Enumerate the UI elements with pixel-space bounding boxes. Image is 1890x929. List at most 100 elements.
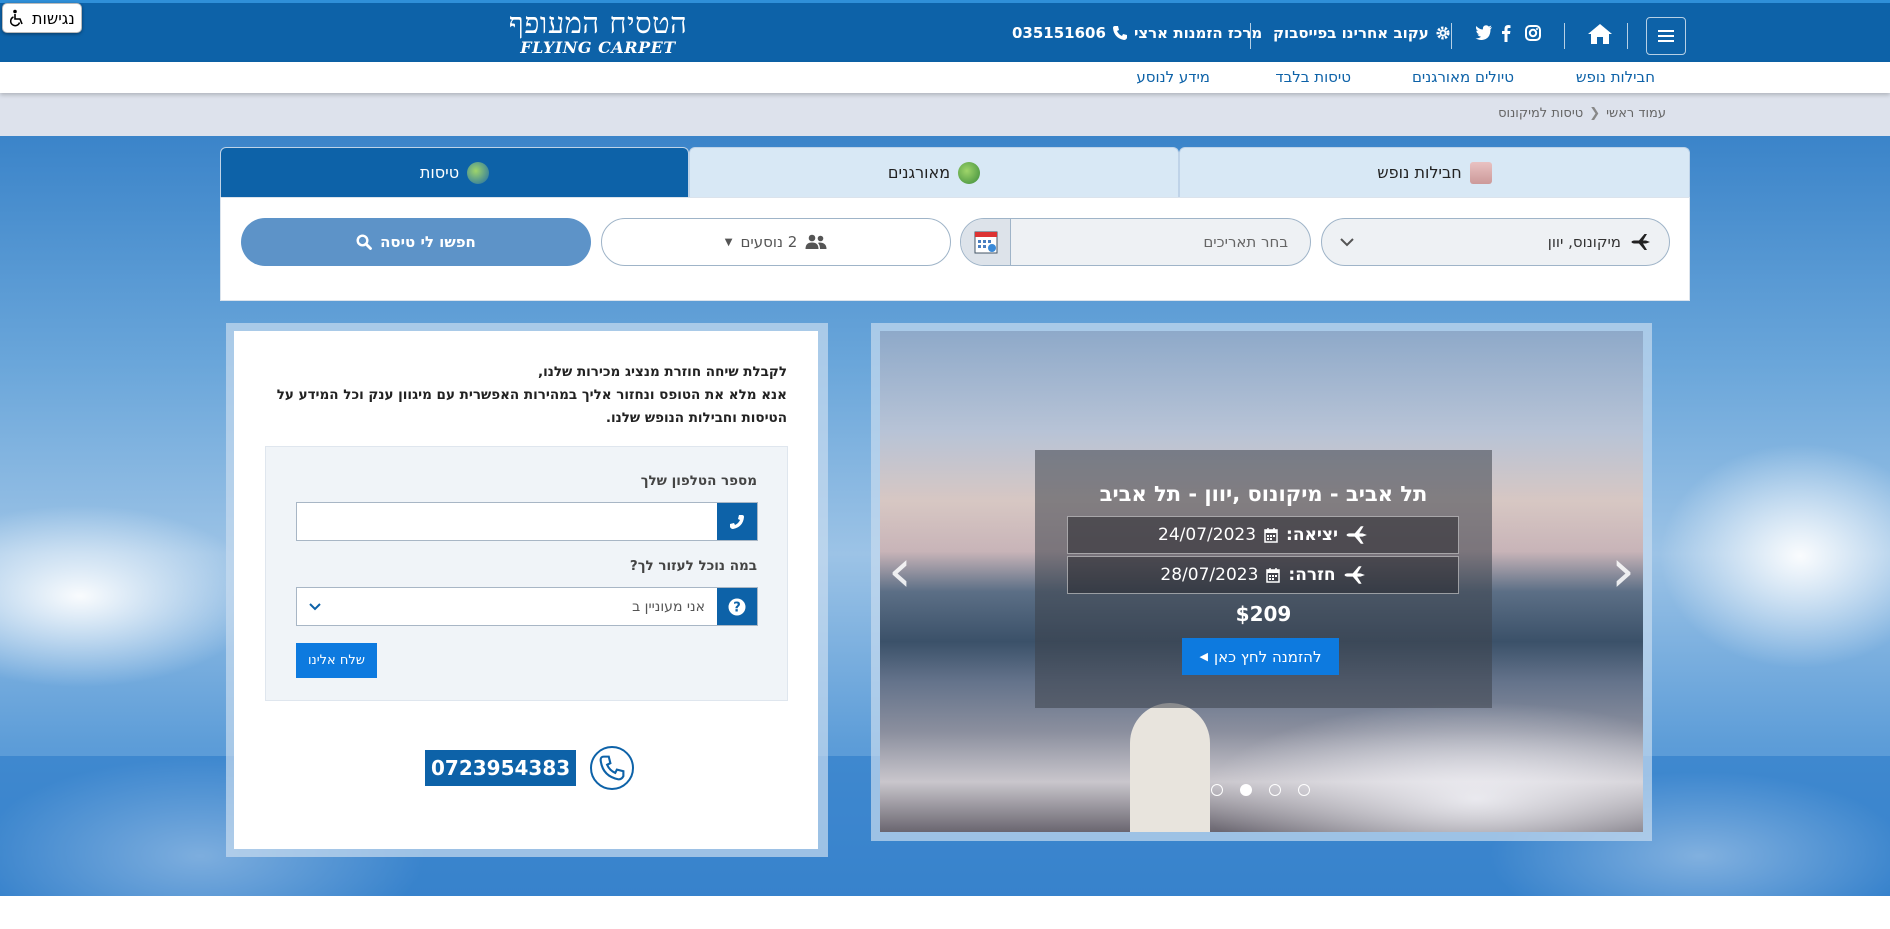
question-icon: ? [717,588,757,625]
departure-label: יציאה: [1286,525,1338,545]
top-header: הטסיח המעופף FLYING CARPET מרכז הזמנות א… [0,0,1890,62]
tab-label: חבילות נופש [1377,163,1462,182]
logo-hebrew: הטסיח המעופף [508,6,688,40]
return-label: חזרה: [1288,565,1336,585]
search-button-label: חפשו לי טיסה [380,233,476,251]
facebook-icon[interactable] [1501,24,1511,42]
instagram-icon[interactable] [1525,25,1541,41]
carousel-dot[interactable] [1269,784,1281,796]
destination-select[interactable]: מיקונוס, יוון [1321,218,1670,266]
breadcrumb: עמוד ראשי ❮ טיסות למיקונוס [1498,106,1666,121]
carousel-prev-arrow[interactable]: ‹ [888,541,912,601]
carousel-next-arrow[interactable]: › [1611,541,1635,601]
page-footer-space [0,896,1890,929]
hamburger-icon [1658,30,1674,42]
svg-text:?: ? [733,600,741,615]
tab-label: מאורגנים [887,163,951,182]
deal-route-title: תל אביב - מיקונוס ,יוון - תל אביב [1099,482,1428,506]
site-logo[interactable]: הטסיח המעופף FLYING CARPET [508,7,688,61]
airplane-icon [1344,565,1366,585]
facebook-follow-link[interactable]: עקוב אחרינו בפייסבוק [1273,13,1451,53]
logo-english: FLYING CARPET [520,38,676,57]
phone-field-label: מספר הטלפון שלך [640,473,757,489]
carousel-dot[interactable] [1211,784,1223,796]
carousel-dot[interactable] [1298,784,1310,796]
caret-left-icon: ◀ [1199,650,1208,663]
search-panel: מיקונוס, יוון בחר תאריכים 2 נוסעים ▼ חפש… [220,197,1690,301]
search-flights-button[interactable]: חפשו לי טיסה [241,218,591,266]
deal-overlay: תל אביב - מיקונוס ,יוון - תל אביב יציאה:… [1035,450,1492,708]
divider [1627,23,1628,49]
help-select-value: אני מעוניין ב [632,598,705,615]
deal-price: $209 [1235,602,1292,626]
dates-placeholder: בחר תאריכים [1203,233,1288,251]
deal-carousel: ‹ › תל אביב - מיקונוס ,יוון - תל אביב יצ… [880,331,1643,832]
departure-date: 24/07/2023 [1158,525,1257,545]
sub-navigation: חבילות נופש טיולים מאורגנים טיסות בלבד מ… [0,62,1890,93]
gear-icon [1435,25,1451,41]
dates-field[interactable]: בחר תאריכים [960,218,1311,266]
phone-circle-icon [590,746,635,790]
caret-down-icon: ▼ [724,236,733,248]
subnav-item-flights-only[interactable]: טיסות בלבד [1275,68,1351,86]
phone-icon [1112,25,1128,41]
home-icon[interactable] [1587,23,1613,45]
passengers-value: 2 נוסעים [740,233,798,251]
return-date: 28/07/2023 [1160,565,1259,585]
facebook-follow-label: עקוב אחרינו בפייסבוק [1273,24,1429,42]
windmill-image [1130,703,1210,832]
destination-value: מיקונוס, יוון [1547,233,1621,251]
lead-form-intro: לקבלת שיחה חוזרת מנציג מכירות שלנו, אנא … [267,361,787,430]
divider [1451,23,1452,49]
tab-vacation-packages[interactable]: חבילות נופש [1179,147,1690,197]
book-now-label: להזמנה לחץ כאן [1213,647,1322,666]
chevron-left-icon: ❮ [1589,106,1601,121]
airplane-globe-icon [467,161,490,184]
intro-line: אנא מלא את הטופס ונחזור אליך במהירות האפ… [276,387,787,403]
menu-button[interactable] [1646,17,1686,55]
help-field-label: במה נוכל לעזור לך? [629,558,757,574]
phone-input[interactable] [297,503,717,540]
calendar-icon [1266,567,1281,583]
intro-line: הטיסות וחבילות הנופש שלנו. [605,410,787,426]
breadcrumb-current: טיסות למיקונוס [1498,106,1584,121]
subnav-item-traveler-info[interactable]: מידע לנוסע [1136,68,1210,86]
chevron-down-icon [309,602,321,611]
help-select-group: אני מעוניין ב ? [296,587,758,626]
calendar-icon [1264,527,1278,543]
book-now-button[interactable]: להזמנה לחץ כאן ◀ [1182,638,1339,675]
subnav-item-organized-tours[interactable]: טיולים מאורגנים [1412,68,1514,86]
departure-row: יציאה: 24/07/2023 [1067,516,1459,554]
help-select[interactable]: אני מעוניין ב [297,588,717,625]
phone-center-number: 035151606 [1012,24,1106,42]
airplane-icon [1631,233,1651,251]
breadcrumb-home[interactable]: עמוד ראשי [1606,106,1666,121]
search-tabs: חבילות נופש מאורגנים טיסות [220,147,1690,197]
lead-form: מספר הטלפון שלך במה נוכל לעזור לך? אני מ… [265,446,788,701]
accessibility-button[interactable]: נגישות [2,3,82,33]
hotel-icon [1469,161,1492,184]
phone-center-link[interactable]: מרכז הזמנות ארצי 035151606 [1012,13,1262,53]
return-row: חזרה: 28/07/2023 [1067,556,1459,594]
carousel-indicators [1211,784,1310,796]
passengers-select[interactable]: 2 נוסעים ▼ [601,218,951,266]
carousel-dot-active[interactable] [1240,784,1252,796]
send-button[interactable]: שלח אלינו [296,643,377,678]
divider [1250,23,1251,49]
phone-center-label: מרכז הזמנות ארצי [1133,24,1263,42]
globe-icon [958,161,981,184]
hotline-number: 0723954383 [425,750,577,786]
phone-icon [717,503,757,540]
hotline[interactable]: 0723954383 [425,746,635,790]
airplane-icon [1346,525,1368,545]
lead-form-card: לקבלת שיחה חוזרת מנציג מכירות שלנו, אנא … [234,331,818,849]
twitter-icon[interactable] [1475,25,1493,41]
wheelchair-icon [9,9,27,27]
tab-flights[interactable]: טיסות [220,147,689,197]
chevron-down-icon [1340,237,1354,247]
subnav-item-vacation-packages[interactable]: חבילות נופש [1576,68,1655,86]
users-icon [805,234,827,250]
breadcrumb-bar: עמוד ראשי ❮ טיסות למיקונוס [0,93,1890,136]
calendar-icon[interactable] [961,219,1011,265]
tab-organized[interactable]: מאורגנים [689,147,1179,197]
